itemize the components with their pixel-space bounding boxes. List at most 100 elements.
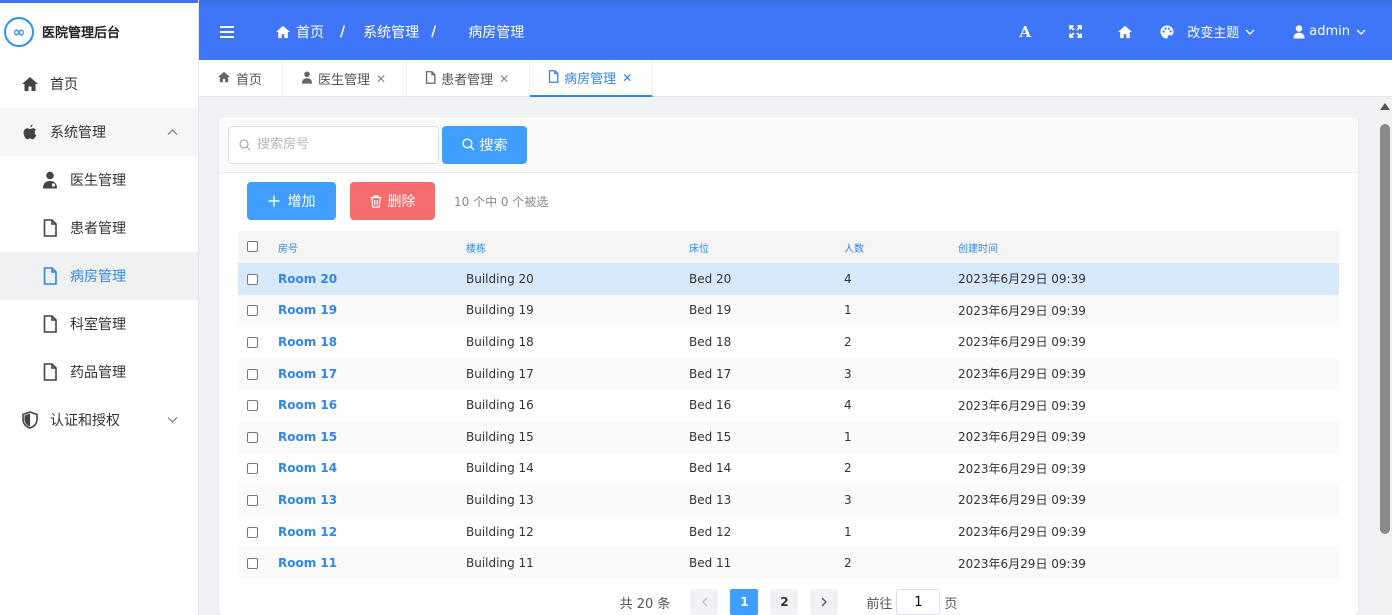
toolbar: 增加 删除 10 个中 0 个被选	[219, 173, 1358, 229]
sidebar-item-label: 医生管理	[70, 173, 126, 189]
page-button[interactable]: 1	[730, 589, 759, 615]
doctor-icon	[40, 171, 60, 189]
row-checkbox[interactable]	[247, 400, 258, 412]
user-menu[interactable]: admin	[1293, 24, 1366, 39]
room-link[interactable]: Room 15	[278, 421, 466, 453]
column-header-count[interactable]: 人数	[844, 231, 958, 263]
add-button[interactable]: 增加	[247, 182, 336, 220]
row-checkbox[interactable]	[247, 273, 258, 285]
menu-toggle-icon[interactable]	[199, 25, 255, 38]
select-all-checkbox[interactable]	[247, 241, 258, 253]
sidebar-item-departments[interactable]: 科室管理	[0, 300, 198, 348]
page-button[interactable]: 2	[770, 589, 799, 615]
room-link[interactable]: Room 17	[278, 358, 466, 390]
file-icon	[40, 363, 60, 381]
delete-button-label: 删除	[387, 194, 416, 210]
row-checkbox[interactable]	[247, 336, 258, 348]
cell-building: Building 13	[466, 492, 534, 507]
file-icon	[40, 315, 60, 333]
search-button[interactable]: 搜索	[442, 125, 527, 164]
close-icon[interactable]: ✕	[622, 71, 632, 85]
sidebar-item-medicines[interactable]: 药品管理	[0, 348, 198, 396]
cell-bed: Bed 20	[689, 271, 732, 286]
table-row[interactable]: Room 18 Building 18 Bed 18 2 2023年6月29日 …	[238, 326, 1339, 358]
tab-doctors[interactable]: 医生管理 ✕	[283, 60, 408, 97]
sidebar-item-label: 科室管理	[70, 317, 126, 333]
sidebar-item-home[interactable]: 首页	[0, 60, 198, 108]
cell-count: 2	[844, 556, 852, 571]
table-row[interactable]: Room 13 Building 13 Bed 13 3 2023年6月29日 …	[238, 484, 1339, 516]
brand[interactable]: ∞ 医院管理后台	[0, 0, 198, 60]
next-page-button[interactable]	[810, 589, 839, 615]
table-row[interactable]: Room 15 Building 15 Bed 15 1 2023年6月29日 …	[238, 420, 1339, 453]
home-icon[interactable]	[1100, 25, 1150, 39]
column-header-room[interactable]: 房号	[278, 231, 466, 263]
sidebar-item-auth[interactable]: 认证和授权	[0, 396, 198, 444]
room-link[interactable]: Room 19	[278, 295, 466, 327]
font-size-icon[interactable]: A	[1000, 23, 1050, 41]
room-link[interactable]: Room 13	[278, 484, 466, 516]
delete-button[interactable]: 删除	[350, 182, 435, 220]
table-row[interactable]: Room 20 Building 20 Bed 20 4 2023年6月29日 …	[238, 263, 1339, 295]
app-title: 医院管理后台	[42, 26, 121, 41]
cell-building: Building 19	[466, 303, 534, 318]
wards-table: 房号 楼栋 床位 人数 创建时间 Room 20 Building 20 Bed…	[238, 231, 1339, 579]
cell-building: Building 16	[466, 398, 534, 413]
table-row[interactable]: Room 12 Building 12 Bed 12 1 2023年6月29日 …	[238, 516, 1339, 548]
row-checkbox[interactable]	[247, 368, 258, 380]
room-link[interactable]: Room 11	[278, 547, 466, 579]
theme-switcher[interactable]: 改变主题	[1160, 22, 1255, 41]
table-row[interactable]: Room 19 Building 19 Bed 19 1 2023年6月29日 …	[238, 294, 1339, 327]
close-icon[interactable]: ✕	[499, 72, 509, 86]
row-checkbox[interactable]	[247, 431, 258, 443]
row-checkbox[interactable]	[247, 463, 258, 475]
theme-label: 改变主题	[1187, 26, 1240, 41]
column-header-bed[interactable]: 床位	[689, 231, 844, 263]
fullscreen-icon[interactable]	[1050, 25, 1100, 38]
doctor-icon	[301, 71, 313, 87]
tab-label: 医生管理	[318, 73, 371, 88]
table-row[interactable]: Room 17 Building 17 Bed 17 3 2023年6月29日 …	[238, 357, 1339, 390]
page-jump-input[interactable]	[896, 589, 941, 615]
row-checkbox[interactable]	[247, 494, 258, 506]
table-row[interactable]: Room 14 Building 14 Bed 14 2 2023年6月29日 …	[238, 453, 1339, 485]
sidebar-item-wards[interactable]: 病房管理	[0, 252, 198, 300]
room-link[interactable]: Room 18	[278, 326, 466, 358]
close-icon[interactable]: ✕	[376, 72, 386, 86]
sidebar-item-doctors[interactable]: 医生管理	[0, 156, 198, 204]
room-link[interactable]: Room 16	[278, 389, 466, 421]
room-link[interactable]: Room 20	[278, 263, 466, 295]
room-link[interactable]: Room 14	[278, 453, 466, 485]
tab-wards[interactable]: 病房管理 ✕	[530, 60, 654, 97]
sidebar-item-system[interactable]: 系统管理	[0, 108, 198, 156]
tab-home[interactable]: 首页	[199, 60, 284, 97]
row-checkbox-cell	[238, 358, 278, 390]
tab-label: 首页	[236, 73, 263, 88]
table-row[interactable]: Room 11 Building 11 Bed 11 2 2023年6月29日 …	[238, 547, 1339, 579]
cell-bed: Bed 13	[689, 492, 732, 507]
scrollbar-thumb[interactable]	[1380, 124, 1390, 534]
cell-count: 2	[844, 334, 852, 349]
cell-count: 4	[844, 271, 852, 286]
room-link[interactable]: Room 12	[278, 516, 466, 548]
breadcrumb: 首页 / 系统管理 / 病房管理	[275, 22, 524, 42]
cell-bed: Bed 14	[689, 461, 732, 476]
table-row[interactable]: Room 16 Building 16 Bed 16 4 2023年6月29日 …	[238, 389, 1339, 421]
sidebar-item-label: 系统管理	[50, 125, 106, 141]
search-field[interactable]	[228, 125, 439, 164]
sidebar-item-label: 首页	[50, 77, 78, 93]
scroll-up-arrow-icon[interactable]	[1380, 103, 1390, 110]
row-checkbox[interactable]	[247, 305, 258, 317]
pagination: 共 20 条 1 2 前往 页	[219, 589, 1358, 615]
breadcrumb-system[interactable]: 系统管理	[363, 22, 419, 42]
tab-patients[interactable]: 患者管理 ✕	[407, 60, 531, 97]
sidebar-item-patients[interactable]: 患者管理	[0, 204, 198, 252]
breadcrumb-home[interactable]: 首页	[296, 22, 324, 42]
cell-created: 2023年6月29日 09:39	[958, 461, 1086, 476]
prev-page-button[interactable]	[690, 589, 719, 615]
search-input[interactable]	[257, 137, 427, 152]
row-checkbox[interactable]	[247, 526, 258, 538]
row-checkbox[interactable]	[247, 558, 258, 570]
column-header-building[interactable]: 楼栋	[466, 231, 689, 263]
column-header-created[interactable]: 创建时间	[958, 231, 1339, 263]
